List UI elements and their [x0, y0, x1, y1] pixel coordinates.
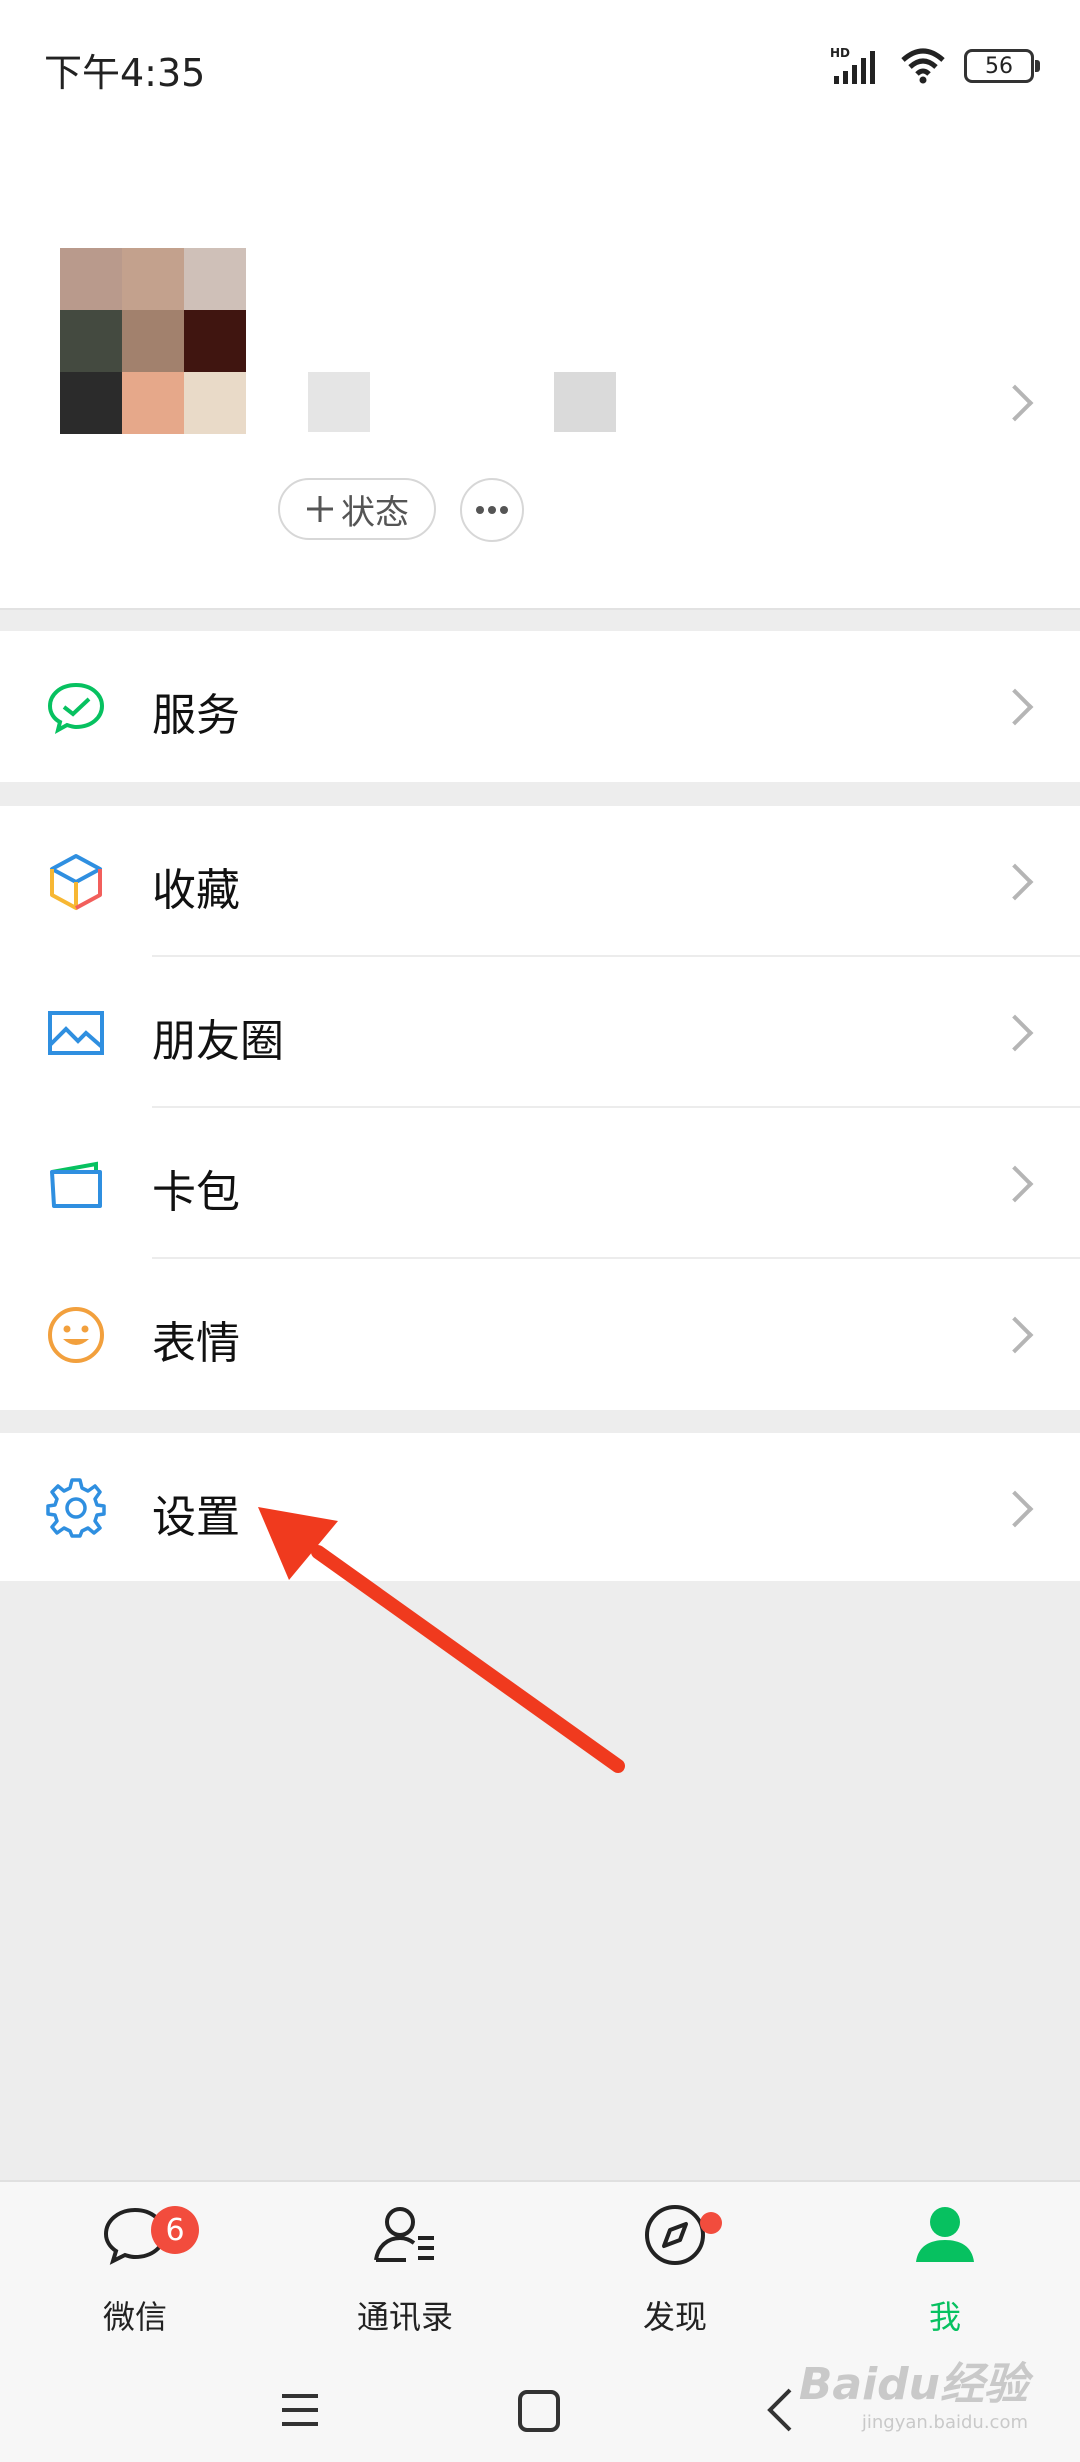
- baidu-watermark: Baidu经验 jingyan.baidu.com: [799, 2348, 1028, 2433]
- home-nav-icon[interactable]: [518, 2390, 560, 2432]
- back-nav-icon[interactable]: [767, 2388, 792, 2432]
- menu-nav-icon[interactable]: [282, 2394, 318, 2426]
- unread-badge: 6: [151, 2206, 199, 2254]
- person-icon: [916, 2207, 974, 2262]
- watermark-subtext: jingyan.baidu.com: [861, 2412, 1028, 2433]
- discover-dot: [700, 2212, 722, 2234]
- compass-icon: [645, 2205, 705, 2265]
- contacts-icon: [374, 2207, 434, 2262]
- annotation-arrow: [258, 1507, 625, 1773]
- watermark-text: Baidu经验: [798, 2359, 1028, 2410]
